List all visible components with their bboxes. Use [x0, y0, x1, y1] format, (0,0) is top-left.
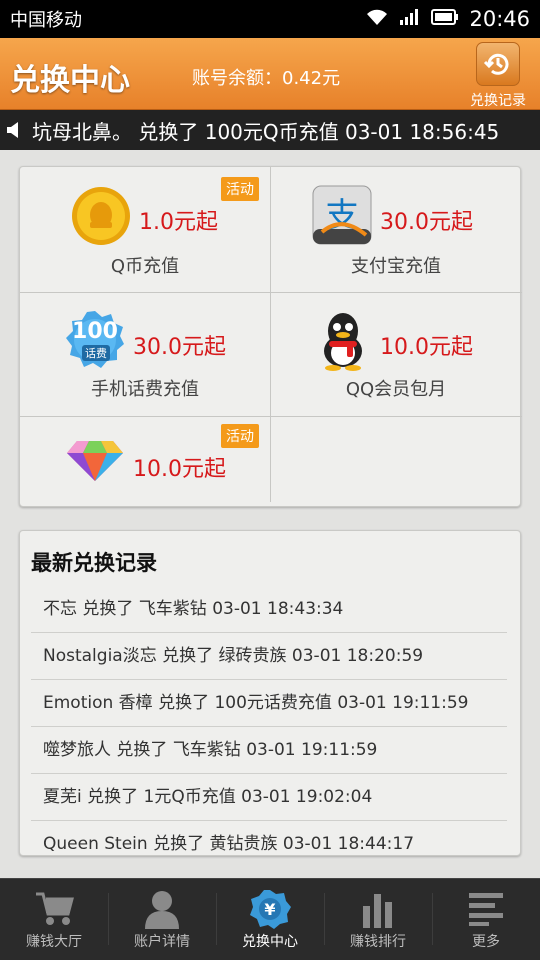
q-coin-icon [70, 185, 132, 251]
exchange-item-alipay[interactable]: 支 30.0元起 支付宝充值 [271, 167, 521, 290]
nav-label: 兑换中心 [242, 934, 298, 950]
item-name: 手机话费充值 [91, 379, 199, 400]
exchange-ticker: 坑母北鼻。 兑换了 100元Q币充值 03-01 18:56:45 [0, 110, 540, 150]
exchange-item-qq-member[interactable]: 10.0元起 QQ会员包月 [271, 293, 521, 416]
carrier-label: 中国移动 [10, 10, 82, 31]
item-price: 10.0元起 [380, 335, 473, 360]
record-row: 不忘 兑换了 飞车紫钻 03-01 18:43:34 [31, 586, 507, 633]
clock: 20:46 [469, 7, 530, 31]
nav-label: 账户详情 [134, 934, 190, 950]
status-bar: 中国移动 20:46 [0, 0, 540, 38]
page-title: 兑换中心 [10, 63, 130, 98]
records-list[interactable]: 不忘 兑换了 飞车紫钻 03-01 18:43:34 Nostalgia淡忘 兑… [31, 586, 507, 855]
history-clock-icon [476, 42, 520, 86]
latest-records-panel: 最新兑换记录 不忘 兑换了 飞车紫钻 03-01 18:43:34 Nostal… [19, 530, 521, 856]
record-row: 夏芜i 兑换了 1元Q币充值 03-01 19:02:04 [31, 774, 507, 821]
user-icon [108, 887, 216, 931]
menu-lines-icon [432, 887, 540, 931]
record-row: Emotion 香樟 兑换了 100元话费充值 03-01 19:11:59 [31, 680, 507, 727]
item-price: 1.0元起 [139, 210, 218, 235]
phone-credit-icon-label: 话费 [82, 345, 110, 361]
nav-earn-hall[interactable]: 赚钱大厅 [0, 879, 108, 960]
nav-account-details[interactable]: 账户详情 [108, 879, 216, 960]
item-price: 10.0元起 [133, 457, 226, 482]
svg-text:支: 支 [325, 196, 359, 236]
record-row: Queen Stein 兑换了 黄钻贵族 03-01 18:44:17 [31, 821, 507, 855]
diamond-icon [65, 439, 125, 487]
nav-label: 赚钱大厅 [26, 934, 82, 950]
exchange-item-q-coin[interactable]: 活动 1.0元起 Q币充值 [20, 167, 270, 290]
nav-label: 赚钱排行 [350, 934, 406, 950]
ticker-text: 坑母北鼻。 兑换了 100元Q币充值 03-01 18:56:45 [32, 119, 500, 144]
record-row: Nostalgia淡忘 兑换了 绿砖贵族 03-01 18:20:59 [31, 633, 507, 680]
bottom-nav: 赚钱大厅 账户详情 ¥ 兑换中心 赚钱排行 更多 [0, 878, 540, 960]
signal-icon [399, 8, 421, 31]
item-name: QQ会员包月 [345, 379, 447, 400]
nav-exchange-center[interactable]: ¥ 兑换中心 [216, 879, 324, 960]
battery-icon [431, 8, 459, 31]
item-name: 支付宝充值 [351, 256, 441, 277]
alipay-icon: 支 [312, 185, 372, 249]
exchange-item-diamond[interactable]: 活动 10.0元起 [20, 417, 270, 507]
exchange-history-label: 兑换记录 [470, 93, 526, 109]
nav-label: 更多 [472, 934, 500, 950]
phone-credit-icon-amount: 100 [72, 319, 118, 344]
phone-credit-100-icon: 100 话费 [64, 309, 126, 375]
account-balance: 账号余额：0.42元 [192, 68, 341, 89]
wifi-icon [365, 8, 389, 31]
speaker-icon [6, 121, 22, 139]
exchange-history-button[interactable]: 兑换记录 [466, 42, 530, 109]
item-name: Q币充值 [110, 256, 180, 277]
promo-badge: 活动 [221, 177, 259, 201]
qq-penguin-icon [319, 307, 367, 375]
nav-earn-ranking[interactable]: 赚钱排行 [324, 879, 432, 960]
record-row: 噬梦旅人 兑换了 飞车紫钻 03-01 19:11:59 [31, 727, 507, 774]
records-title: 最新兑换记录 [31, 551, 157, 575]
yen-coin-icon: ¥ [216, 887, 324, 931]
exchange-grid: 活动 1.0元起 Q币充值 支 30.0元起 支付宝充值 100 话费 30.0… [19, 166, 522, 507]
item-price: 30.0元起 [380, 210, 473, 235]
app-header: 兑换中心 账号余额：0.42元 兑换记录 [0, 38, 540, 110]
nav-more[interactable]: 更多 [432, 879, 540, 960]
exchange-item-phone-credit[interactable]: 100 话费 30.0元起 手机话费充值 [20, 293, 270, 416]
cart-icon [0, 887, 108, 931]
svg-text:¥: ¥ [264, 900, 275, 919]
promo-badge: 活动 [221, 424, 259, 448]
ranking-bars-icon [324, 887, 432, 931]
item-price: 30.0元起 [133, 335, 226, 360]
